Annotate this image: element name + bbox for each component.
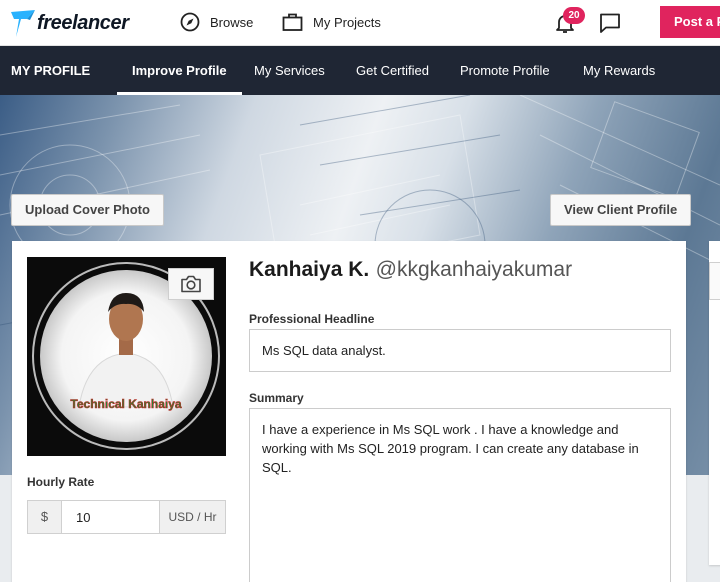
- summary-label: Summary: [249, 391, 304, 405]
- summary-textarea[interactable]: I have a experience in Ms SQL work . I h…: [249, 408, 671, 582]
- tab-my-rewards[interactable]: My Rewards: [583, 46, 655, 95]
- post-project-button[interactable]: Post a Project: [660, 6, 720, 38]
- photo-caption: Technical Kanhaiya: [70, 397, 181, 411]
- headline-label: Professional Headline: [249, 312, 375, 326]
- compass-icon: [180, 12, 200, 32]
- side-panel: [709, 241, 720, 565]
- tab-improve-profile[interactable]: Improve Profile: [117, 46, 242, 95]
- briefcase-icon: [282, 13, 303, 31]
- hourly-rate-label: Hourly Rate: [27, 475, 95, 489]
- profile-name-line: Kanhaiya K. @kkgkanhaiyakumar: [249, 258, 572, 282]
- username: @kkgkanhaiyakumar: [375, 258, 573, 281]
- notification-badge: 20: [563, 7, 585, 24]
- camera-icon: [181, 275, 201, 293]
- hourly-rate-input[interactable]: [62, 501, 159, 533]
- my-profile-title: MY PROFILE: [11, 63, 91, 78]
- my-projects-label: My Projects: [313, 14, 381, 30]
- tab-get-certified[interactable]: Get Certified: [356, 46, 429, 95]
- browse-label: Browse: [210, 14, 254, 30]
- hourly-rate-group: $ USD / Hr: [27, 500, 226, 534]
- headline-input[interactable]: [249, 329, 671, 372]
- top-header: freelancer Browse My Projects 20 Post a …: [0, 0, 720, 46]
- chat-icon[interactable]: [598, 11, 622, 35]
- view-client-profile-button[interactable]: View Client Profile: [550, 194, 692, 226]
- my-projects-link[interactable]: My Projects: [282, 10, 381, 34]
- tab-my-services[interactable]: My Services: [254, 46, 325, 95]
- change-photo-button[interactable]: [168, 268, 214, 300]
- freelancer-logo[interactable]: freelancer: [10, 6, 129, 40]
- rate-unit: USD / Hr: [159, 501, 225, 533]
- display-name: Kanhaiya K.: [249, 258, 370, 281]
- browse-link[interactable]: Browse: [180, 10, 253, 34]
- tab-promote-profile[interactable]: Promote Profile: [460, 46, 550, 95]
- logo-wordmark: freelancer: [37, 11, 129, 34]
- profile-subnav: MY PROFILE Improve Profile My Services G…: [0, 46, 720, 95]
- currency-symbol: $: [28, 501, 62, 533]
- upload-cover-photo-button[interactable]: Upload Cover Photo: [11, 194, 164, 226]
- freelancer-bird-icon: [11, 10, 35, 37]
